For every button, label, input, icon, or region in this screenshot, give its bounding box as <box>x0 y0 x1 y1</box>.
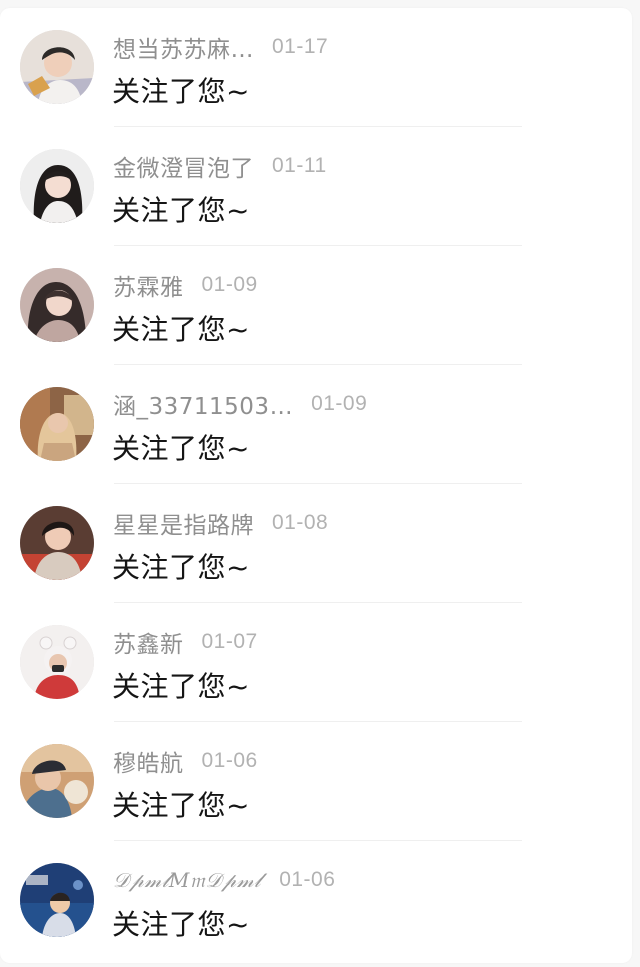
notification-date: 01-07 <box>201 630 258 653</box>
notification-message: 关注了您~ <box>112 194 250 227</box>
name-line: 穆皓航 01-06 <box>113 744 258 778</box>
follow-notification-row[interactable]: 𝒟𝓅𝓂𝓁𝑀𝔪𝒟𝓅𝓂𝓁 01-06 关注了您~ <box>0 841 632 960</box>
follow-notification-row[interactable]: 穆皓航 01-06 关注了您~ <box>0 722 632 841</box>
notification-message: 关注了您~ <box>112 551 250 584</box>
notification-date: 01-09 <box>201 273 258 296</box>
user-name[interactable]: 涵_33711503… <box>113 387 293 421</box>
name-line: 涵_33711503… 01-09 <box>113 387 368 421</box>
follow-notification-list: 想当苏苏麻… 01-17 关注了您~ 金微澄冒泡了 01-11 关注了您~ 苏霖… <box>0 8 632 963</box>
avatar[interactable] <box>20 149 94 223</box>
user-name[interactable]: 想当苏苏麻… <box>113 30 254 64</box>
name-line: 星星是指路牌 01-08 <box>113 506 329 540</box>
follow-notification-row[interactable]: 想当苏苏麻… 01-17 关注了您~ <box>0 8 632 127</box>
user-name[interactable]: 苏鑫新 <box>113 625 184 659</box>
user-name[interactable]: 穆皓航 <box>113 744 184 778</box>
notification-date: 01-06 <box>201 749 258 772</box>
notification-message: 关注了您~ <box>112 670 250 703</box>
user-name[interactable]: 苏霖雅 <box>113 268 184 302</box>
notification-date: 01-08 <box>272 511 329 534</box>
user-name[interactable]: 金微澄冒泡了 <box>113 149 254 183</box>
follow-notification-row[interactable]: 星星是指路牌 01-08 关注了您~ <box>0 484 632 603</box>
follow-notification-row[interactable]: 涵_33711503… 01-09 关注了您~ <box>0 365 632 484</box>
notification-message: 关注了您~ <box>112 908 250 941</box>
name-line: 苏霖雅 01-09 <box>113 268 258 302</box>
avatar[interactable] <box>20 625 94 699</box>
follow-notification-row[interactable]: 苏鑫新 01-07 关注了您~ <box>0 603 632 722</box>
notification-date: 01-06 <box>279 868 336 891</box>
avatar[interactable] <box>20 387 94 461</box>
notification-date: 01-09 <box>311 392 368 415</box>
avatar[interactable] <box>20 744 94 818</box>
notification-message: 关注了您~ <box>112 75 250 108</box>
notification-date: 01-11 <box>272 154 327 177</box>
follow-notification-row[interactable]: 金微澄冒泡了 01-11 关注了您~ <box>0 127 632 246</box>
avatar[interactable] <box>20 30 94 104</box>
name-line: 苏鑫新 01-07 <box>113 625 258 659</box>
notification-message: 关注了您~ <box>112 789 250 822</box>
user-name[interactable]: 星星是指路牌 <box>113 506 254 540</box>
notification-message: 关注了您~ <box>112 432 250 465</box>
follow-notification-row[interactable]: 苏霖雅 01-09 关注了您~ <box>0 246 632 365</box>
name-line: 金微澄冒泡了 01-11 <box>113 149 327 183</box>
name-line: 想当苏苏麻… 01-17 <box>113 30 329 64</box>
notification-date: 01-17 <box>272 35 329 58</box>
user-name[interactable]: 𝒟𝓅𝓂𝓁𝑀𝔪𝒟𝓅𝓂𝓁 <box>113 868 261 892</box>
avatar[interactable] <box>20 268 94 342</box>
avatar[interactable] <box>20 863 94 937</box>
notification-message: 关注了您~ <box>112 313 250 346</box>
avatar[interactable] <box>20 506 94 580</box>
name-line: 𝒟𝓅𝓂𝓁𝑀𝔪𝒟𝓅𝓂𝓁 01-06 <box>113 865 335 895</box>
